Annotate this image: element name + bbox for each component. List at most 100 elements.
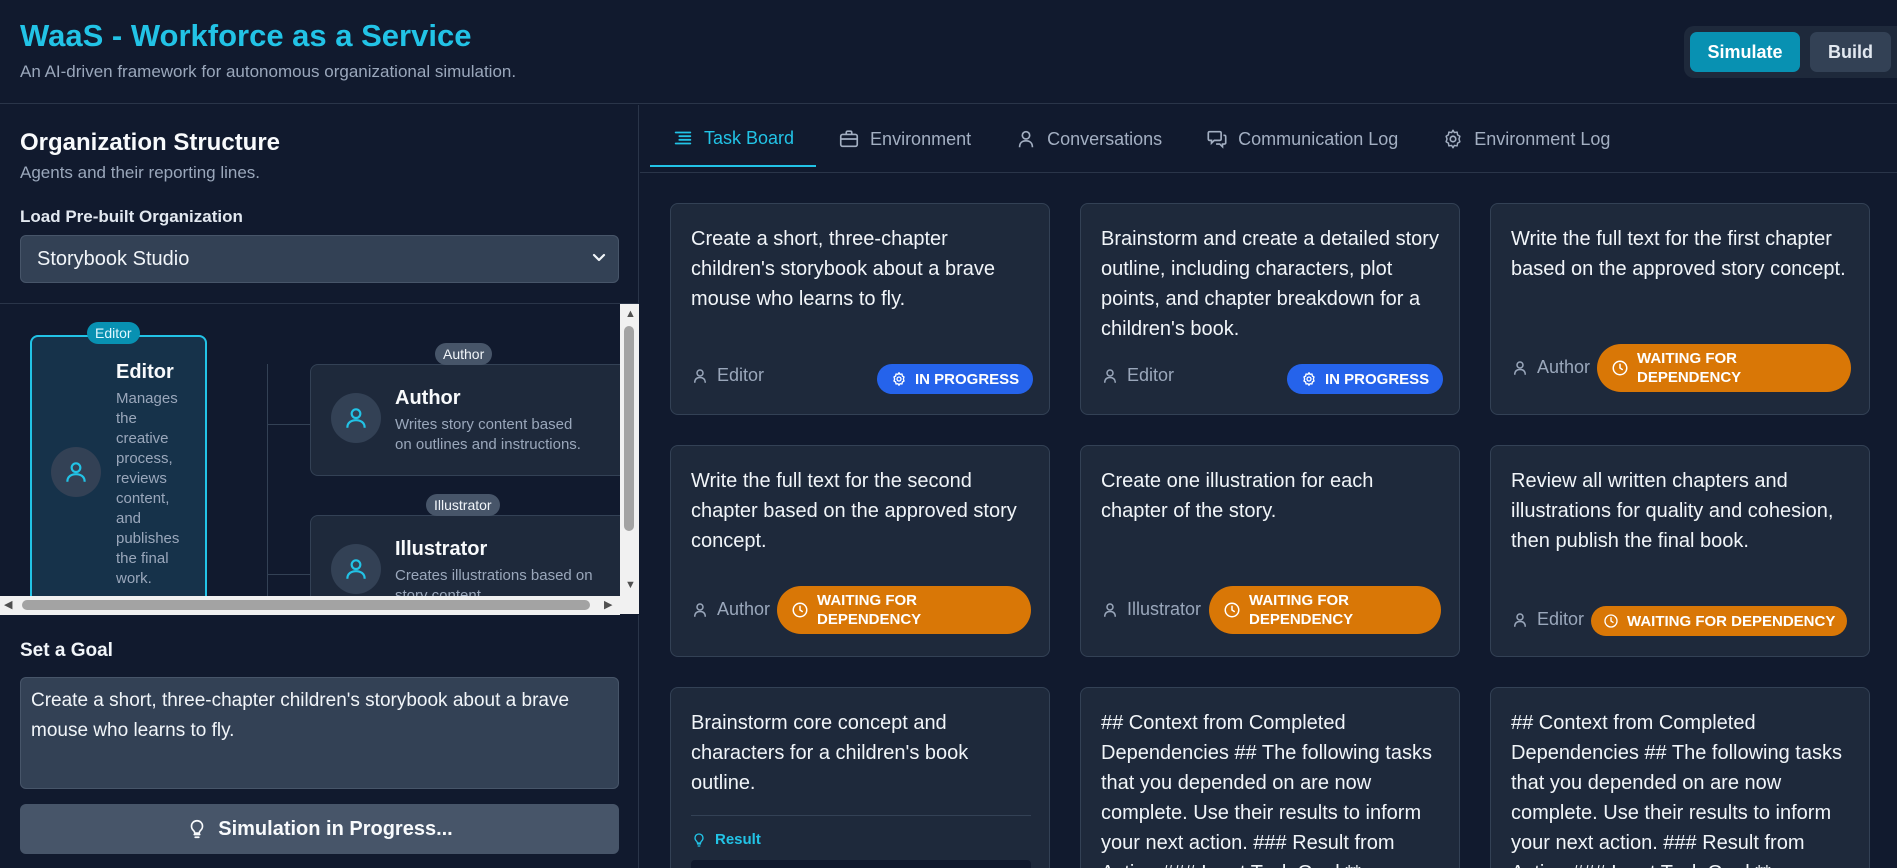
status-badge: IN PROGRESS <box>1287 364 1444 394</box>
user-icon <box>1018 130 1034 148</box>
tab-communication-log[interactable]: Communication Log <box>1184 111 1420 167</box>
task-description: Create a short, three-chapter children's… <box>691 228 995 310</box>
gear-icon <box>1445 129 1461 149</box>
task-board: Create a short, three-chapter children's… <box>640 174 1897 868</box>
app-header: WaaS - Workforce as a Service An AI-driv… <box>0 0 1897 104</box>
node-name: Author <box>395 387 461 409</box>
task-assignee: Author <box>1511 357 1590 378</box>
org-select-value: Storybook Studio <box>37 247 190 270</box>
goal-input[interactable]: Create a short, three-chapter children's… <box>20 677 619 789</box>
task-assignee: Editor <box>1511 609 1584 630</box>
vertical-scrollbar[interactable]: ▲ ▼ <box>620 304 639 614</box>
org-node-author[interactable]: Author Writes story content based on out… <box>310 364 620 476</box>
scroll-right-icon[interactable]: ▶ <box>604 600 612 611</box>
simulate-button[interactable]: Simulate <box>1690 32 1800 72</box>
task-card[interactable]: Create one illustration for each chapter… <box>1080 445 1460 657</box>
tab-conversations[interactable]: Conversations <box>993 111 1184 167</box>
node-role-badge: Editor <box>87 322 140 344</box>
main-tabs: Task Board Environment Conversations Com… <box>640 105 1897 173</box>
org-node-editor[interactable]: Editor Manages the creative process, rev… <box>30 335 207 596</box>
simulation-button[interactable]: Simulation in Progress... <box>20 804 619 854</box>
task-description: Brainstorm core concept and characters f… <box>691 712 969 794</box>
status-badge: WAITING FOR DEPENDENCY <box>1597 344 1851 392</box>
user-icon <box>1104 602 1116 617</box>
user-icon <box>1514 360 1526 375</box>
scroll-left-icon[interactable]: ◀ <box>4 600 12 611</box>
org-structure-title: Organization Structure <box>20 129 281 156</box>
tab-environment-log[interactable]: Environment Log <box>1420 111 1632 167</box>
node-name: Editor <box>116 361 174 383</box>
tab-task-board[interactable]: Task Board <box>650 111 817 167</box>
horizontal-scrollbar[interactable]: ◀ ▶ <box>0 596 620 615</box>
task-assignee: Editor <box>1101 365 1174 386</box>
org-node-illustrator[interactable]: Illustrator Creates illustrations based … <box>310 515 620 596</box>
build-button[interactable]: Build <box>1809 32 1891 72</box>
result-content <box>691 860 1031 868</box>
goal-label: Set a Goal <box>20 640 113 661</box>
chat-icon <box>1207 130 1227 149</box>
task-description: Review all written chapters and illustra… <box>1511 470 1834 552</box>
task-card[interactable]: ## Context from Completed Dependencies #… <box>1490 687 1870 868</box>
user-icon <box>66 462 86 482</box>
user-icon <box>346 559 366 579</box>
briefcase-icon <box>839 130 859 148</box>
list-icon <box>674 131 692 145</box>
scrollbar-thumb[interactable] <box>22 600 590 610</box>
task-card[interactable]: Create a short, three-chapter children's… <box>670 203 1050 415</box>
user-icon <box>1104 368 1116 383</box>
left-panel: Organization Structure Agents and their … <box>0 105 639 868</box>
load-org-label: Load Pre-built Organization <box>20 207 243 226</box>
gear-icon <box>893 372 905 386</box>
user-icon <box>694 368 706 383</box>
result-label: Result <box>691 831 761 848</box>
clock-icon <box>1224 602 1240 618</box>
avatar <box>331 544 381 594</box>
task-assignee: Author <box>691 599 770 620</box>
status-badge: WAITING FOR DEPENDENCY <box>777 586 1031 634</box>
org-chart-canvas: Editor Manages the creative process, rev… <box>0 304 620 596</box>
connector-line <box>267 574 311 575</box>
clock-icon <box>792 602 808 618</box>
scrollbar-thumb[interactable] <box>624 326 634 531</box>
node-description: Writes story content based on outlines a… <box>395 416 581 453</box>
status-badge: WAITING FOR DEPENDENCY <box>1591 606 1848 636</box>
task-card[interactable]: Write the full text for the first chapte… <box>1490 203 1870 415</box>
task-description: Write the full text for the first chapte… <box>1511 228 1846 280</box>
app-subtitle: An AI-driven framework for autonomous or… <box>20 62 517 81</box>
connector-line <box>267 364 268 596</box>
avatar <box>331 393 381 443</box>
org-select[interactable]: Storybook Studio <box>20 235 619 283</box>
lightbulb-icon <box>190 819 204 839</box>
status-badge: WAITING FOR DEPENDENCY <box>1209 586 1441 634</box>
task-description: ## Context from Completed Dependencies #… <box>1101 712 1432 868</box>
clock-icon <box>1612 360 1628 376</box>
user-icon <box>694 602 706 617</box>
simulation-button-label: Simulation in Progress... <box>218 817 453 840</box>
node-name: Illustrator <box>395 538 488 560</box>
task-assignee: Editor <box>691 365 764 386</box>
node-role-badge: Author <box>435 343 493 365</box>
node-role-badge: Illustrator <box>426 494 500 516</box>
org-chart[interactable]: Editor Manages the creative process, rev… <box>0 303 639 615</box>
task-description: Create one illustration for each chapter… <box>1101 470 1374 522</box>
task-description: Brainstorm and create a detailed story o… <box>1101 228 1439 340</box>
task-description: Write the full text for the second chapt… <box>691 470 1017 552</box>
status-badge: IN PROGRESS <box>877 364 1034 394</box>
divider <box>691 815 1031 816</box>
task-assignee: Illustrator <box>1101 599 1201 620</box>
clock-icon <box>1604 614 1618 628</box>
app-title: WaaS - Workforce as a Service <box>20 18 472 53</box>
user-icon <box>1514 612 1526 627</box>
task-card[interactable]: ## Context from Completed Dependencies #… <box>1080 687 1460 868</box>
task-card[interactable]: Write the full text for the second chapt… <box>670 445 1050 657</box>
node-description: Creates illustrations based on story con… <box>395 567 593 596</box>
gear-icon <box>1303 372 1315 386</box>
task-card[interactable]: Brainstorm and create a detailed story o… <box>1080 203 1460 415</box>
chevron-down-icon <box>592 253 606 262</box>
tab-environment[interactable]: Environment <box>816 111 993 167</box>
scroll-down-icon[interactable]: ▼ <box>625 580 636 591</box>
scroll-up-icon[interactable]: ▲ <box>625 309 636 320</box>
task-description: ## Context from Completed Dependencies #… <box>1511 712 1842 868</box>
task-card[interactable]: Review all written chapters and illustra… <box>1490 445 1870 657</box>
task-card[interactable]: Brainstorm core concept and characters f… <box>670 687 1050 868</box>
